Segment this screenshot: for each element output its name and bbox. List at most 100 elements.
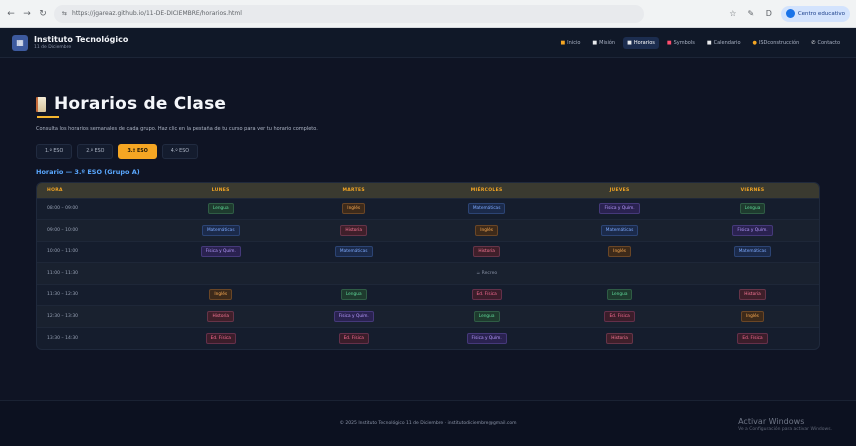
schedule-cell: Inglés (154, 283, 288, 306)
subject-badge: Historia (340, 224, 367, 236)
subject-badge: Historia (473, 246, 500, 258)
nav-item-label: Inicio (567, 39, 581, 46)
profile-button[interactable]: Centro educativo (780, 5, 850, 22)
schedule-cell: Matemáticas (154, 219, 288, 241)
nav-item-label: ISDconstrucción (758, 39, 800, 46)
main-content: Horarios de Clase Consulta los horarios … (0, 94, 856, 350)
watermark-title: Activar Windows (738, 417, 805, 426)
page-intro: Consulta los horarios semanales de cada … (36, 126, 318, 132)
column-header-miercoles: MIÉRCOLES (470, 187, 503, 193)
tab-2-eso[interactable]: 2.º ESO (77, 144, 114, 159)
subject-badge: Ed. Física (338, 332, 369, 344)
schedule-cell: Inglés (686, 305, 819, 327)
subject-badge: Matemáticas (600, 224, 639, 236)
schedule-cell: Ed. Física (420, 283, 554, 306)
forward-icon[interactable]: → (22, 9, 32, 19)
brand: Instituto Tecnológico 11 de Diciembre (34, 35, 128, 50)
nav-item-6[interactable]: ✆ Contacto (807, 37, 844, 49)
course-tabs: 1.º ESO 2.º ESO 3.º ESO 4.º ESO (36, 144, 820, 159)
time-cell: 11:30 – 12:30 (37, 283, 155, 306)
subject-badge: Inglés (741, 310, 764, 322)
subject-badge: Matemáticas (733, 246, 772, 258)
reload-icon[interactable]: ↻ (38, 9, 48, 19)
subject-badge: Inglés (342, 203, 366, 215)
table-row: 11:30 – 12:30 Inglés Lengua Ed. Física Lengu… (37, 283, 819, 306)
schedule-cell: Historia (154, 305, 288, 327)
schedule-cell: Lengua (420, 305, 554, 327)
schedule-cell: Matemáticas (686, 240, 819, 263)
schedule-cell: Matemáticas (287, 240, 421, 263)
column-header-hora: HORA (47, 187, 63, 193)
schedule-heading: Horario — 3.º ESO (Grupo A) (36, 168, 140, 176)
schedule-cell: Física y Quím. (420, 326, 554, 349)
subject-badge: Ed. Física (737, 332, 768, 344)
schedule-cell: Ed. Física (154, 326, 288, 349)
schedule-cell: Lengua (553, 283, 687, 306)
subject-badge: Física y Quím. (599, 203, 640, 215)
time-cell: 13:30 – 14:30 (37, 326, 155, 349)
book-icon: ■ (627, 39, 632, 46)
trophy-icon: ■ (666, 39, 672, 46)
nav-item-0[interactable]: ■ Inicio (556, 37, 584, 49)
nav-item-1[interactable]: ■ Misión (588, 37, 619, 49)
sidepanel-icon[interactable]: D (763, 9, 775, 18)
schedule-cell: Ed. Física (553, 305, 687, 327)
brand-subtitle: 11 de Diciembre (34, 45, 72, 50)
time-cell: 10:00 – 11:00 (37, 240, 155, 263)
subject-badge: Lengua (739, 203, 766, 215)
nav-item-3[interactable]: ■ Symbols (663, 37, 699, 49)
browser-toolbar: ← → ↻ ⇆ https://jgareaz.github.io/11-DE-… (0, 0, 856, 28)
schedule-cell: Matemáticas (420, 197, 554, 220)
recreo-cell: ☕ Recreo (154, 262, 819, 284)
subject-badge: Matemáticas (201, 224, 240, 236)
schedule-cell: Historia (420, 240, 554, 263)
brand-title[interactable]: Instituto Tecnológico (34, 35, 128, 44)
book-icon (36, 96, 46, 112)
table-row: 12:30 – 13:30 Historia Física y Quím. Lengu… (37, 305, 819, 327)
extension-icon[interactable]: ✎ (745, 9, 757, 18)
schedule-cell: Física y Quím. (154, 240, 288, 263)
site-footer: © 2025 Instituto Tecnológico 11 de Dicie… (0, 400, 856, 446)
page-title: Horarios de Clase (54, 94, 227, 114)
nav-item-label: Calendario (713, 39, 741, 46)
back-icon[interactable]: ← (6, 9, 16, 19)
nav-item-label: Symbols (673, 39, 695, 46)
time-cell: 12:30 – 13:30 (37, 305, 155, 327)
title-underline (37, 116, 59, 118)
tab-1-eso[interactable]: 1.º ESO (36, 144, 73, 159)
address-bar-url: https://jgareaz.github.io/11-DE-DICIEMBR… (72, 10, 242, 17)
subject-badge: Física y Quím. (466, 332, 507, 344)
nav-item-5[interactable]: ● ISDconstrucción (749, 37, 804, 49)
schedule-cell: Inglés (420, 219, 554, 241)
school-logo-icon[interactable]: ▦ (12, 34, 28, 51)
site-header: ▦ Instituto Tecnológico 11 de Diciembre … (0, 28, 856, 58)
subject-badge: Física y Quím. (732, 224, 773, 236)
subject-badge: Historia (739, 289, 766, 301)
column-header-jueves: JUEVES (609, 187, 630, 193)
table-row: 10:00 – 11:00 Física y Quím. Matemáticas Hi… (37, 240, 819, 263)
calendar-icon: ■ (706, 39, 712, 46)
address-bar[interactable]: ⇆ https://jgareaz.github.io/11-DE-DICIEM… (54, 4, 644, 23)
schedule-body: 08:00 – 09:00 Lengua Inglés Matemáticas Físi… (37, 197, 819, 349)
windows-activation-watermark: Activar Windows Ve a Configuración para … (738, 417, 832, 432)
nav-item-2[interactable]: ■ Horarios (623, 36, 659, 49)
schedule-cell: Matemáticas (553, 219, 687, 241)
schedule-table: HORA LUNES MARTES MIÉRCOLES JUEVES VIERN… (36, 182, 820, 350)
page-title-row: Horarios de Clase (36, 94, 820, 114)
home-icon: ■ (560, 39, 566, 46)
tab-3-eso[interactable]: 3.º ESO (118, 144, 157, 159)
subject-badge: Historia (207, 310, 235, 322)
nav-item-4[interactable]: ■ Calendario (703, 37, 745, 49)
subject-badge: Ed. Física (604, 310, 635, 322)
footer-text: © 2025 Instituto Tecnológico 11 de Dicie… (339, 421, 517, 426)
time-cell: 11:00 – 11:30 (37, 262, 155, 284)
column-header-martes: MARTES (342, 187, 365, 193)
star-icon[interactable]: ☆ (727, 9, 739, 18)
site-info-icon[interactable]: ⇆ (62, 10, 67, 17)
profile-avatar-icon (785, 9, 795, 18)
tab-4-eso[interactable]: 4.º ESO (161, 144, 199, 159)
time-cell: 09:00 – 10:00 (37, 219, 155, 241)
subject-badge: Ed. Física (205, 332, 236, 344)
subject-badge: Ed. Física (471, 289, 502, 301)
subject-badge: Física y Quím. (200, 246, 241, 258)
